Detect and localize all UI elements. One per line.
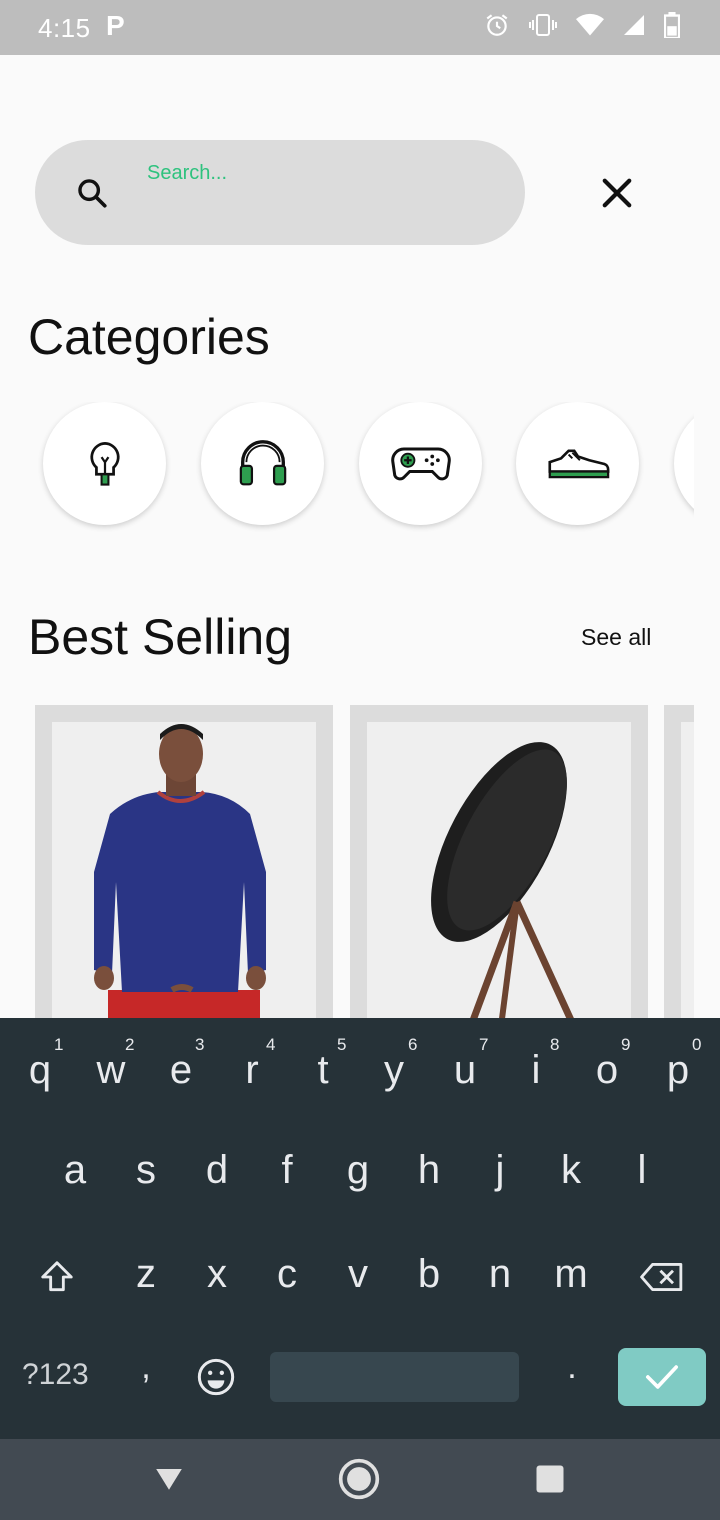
key-v[interactable]: v [328, 1252, 388, 1297]
key-g[interactable]: g [328, 1148, 388, 1193]
emoji-icon[interactable] [196, 1357, 236, 1397]
category-more[interactable] [674, 402, 694, 525]
key-j[interactable]: j [470, 1148, 530, 1193]
vibrate-icon [529, 14, 557, 36]
lightbulb-icon [89, 441, 120, 486]
navigation-bar [0, 1439, 720, 1520]
product-card[interactable] [664, 705, 694, 1025]
comma-key[interactable]: , [116, 1348, 176, 1387]
best-selling-title: Best Selling [28, 609, 293, 665]
close-icon[interactable] [596, 172, 638, 214]
search-input[interactable]: Search... [147, 162, 227, 185]
battery-icon [664, 12, 680, 38]
shift-icon[interactable] [38, 1258, 76, 1296]
signal-icon [624, 15, 644, 35]
key-l[interactable]: l [612, 1148, 672, 1193]
key-z[interactable]: z [116, 1252, 176, 1297]
back-icon[interactable] [153, 1457, 185, 1497]
category-gaming[interactable] [359, 402, 482, 525]
headphones-icon [239, 439, 286, 485]
product-card[interactable] [350, 705, 648, 1025]
key-number-hint: 1 [54, 1035, 64, 1054]
status-icons [484, 12, 680, 38]
sneaker-icon [547, 449, 609, 478]
notification-app-icon: P [106, 10, 125, 41]
gamepad-icon [390, 446, 451, 480]
product-card[interactable] [35, 705, 333, 1025]
key-number-hint: 9 [621, 1035, 631, 1054]
category-headphones[interactable] [201, 402, 324, 525]
key-number-hint: 0 [692, 1035, 702, 1054]
key-b[interactable]: b [399, 1252, 459, 1297]
key-number-hint: 8 [550, 1035, 560, 1054]
wifi-icon [576, 13, 604, 36]
search-icon[interactable] [75, 176, 109, 210]
key-x[interactable]: x [187, 1252, 247, 1297]
speaker-image [367, 722, 631, 1025]
backspace-icon[interactable] [640, 1260, 684, 1294]
status-time: 4:15 [38, 13, 91, 43]
key-a[interactable]: a [45, 1148, 105, 1193]
home-icon[interactable] [337, 1457, 381, 1501]
key-number-hint: 4 [266, 1035, 276, 1054]
key-f[interactable]: f [257, 1148, 317, 1193]
sweater-model-image [52, 722, 316, 1025]
on-screen-keyboard: q1w2e3r4t5y6u7i8o9p0 asdfghjkl zxcvbnm ?… [0, 1018, 720, 1439]
categories-list [0, 402, 694, 532]
checkmark-icon [645, 1365, 679, 1389]
enter-key[interactable] [618, 1348, 706, 1406]
key-d[interactable]: d [187, 1148, 247, 1193]
status-bar: 4:15 P [0, 0, 720, 55]
key-number-hint: 5 [337, 1035, 347, 1054]
period-key[interactable]: . [542, 1348, 602, 1387]
best-selling-list [0, 705, 694, 1025]
search-bar[interactable]: Search... [35, 140, 525, 245]
alarm-icon [486, 14, 508, 36]
key-number-hint: 6 [408, 1035, 418, 1054]
symbols-key[interactable]: ?123 [22, 1358, 89, 1392]
category-shoes[interactable] [516, 402, 639, 525]
key-h[interactable]: h [399, 1148, 459, 1193]
key-k[interactable]: k [541, 1148, 601, 1193]
key-c[interactable]: c [257, 1252, 317, 1297]
key-number-hint: 3 [195, 1035, 205, 1054]
categories-title: Categories [28, 309, 270, 365]
space-bar[interactable] [270, 1352, 519, 1402]
see-all-link[interactable]: See all [581, 624, 651, 651]
key-number-hint: 2 [125, 1035, 135, 1054]
product-image [681, 722, 694, 1025]
key-s[interactable]: s [116, 1148, 176, 1193]
key-m[interactable]: m [541, 1252, 601, 1297]
key-number-hint: 7 [479, 1035, 489, 1054]
category-lightbulb[interactable] [43, 402, 166, 525]
key-n[interactable]: n [470, 1252, 530, 1297]
recents-icon[interactable] [535, 1464, 565, 1494]
